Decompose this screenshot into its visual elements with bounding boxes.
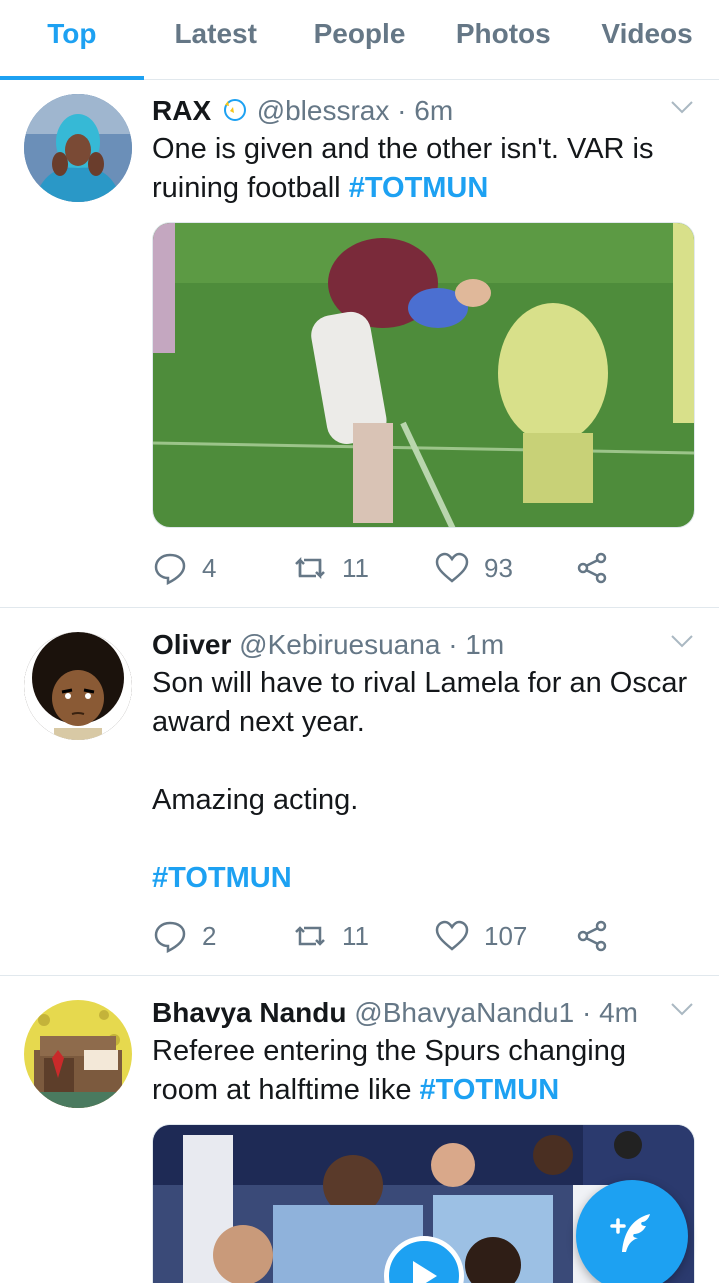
retweet-button[interactable]: 11	[292, 918, 434, 954]
search-tabs: Top Latest People Photos Videos	[0, 0, 719, 80]
hashtag-link[interactable]: #TOTMUN	[349, 172, 489, 204]
reply-icon	[154, 553, 186, 586]
tweet-body-line: Son will have to rival Lamela for an Osc…	[152, 667, 688, 738]
tweet-text: Referee entering the Spurs changing room…	[152, 1032, 695, 1110]
hashtag-link[interactable]: #TOTMUN	[152, 859, 695, 898]
reply-button[interactable]: 4	[152, 550, 292, 586]
retweet-count: 11	[342, 920, 369, 951]
share-button[interactable]	[574, 918, 624, 954]
tweet[interactable]: Oliver @Kebiruesuana · 1m Son will have …	[0, 608, 719, 976]
tab-top[interactable]: Top	[0, 0, 144, 80]
like-button[interactable]: 107	[434, 918, 574, 954]
retweet-icon	[295, 556, 325, 580]
chevron-down-icon[interactable]	[669, 628, 695, 654]
chevron-down-icon[interactable]	[669, 94, 695, 120]
display-name[interactable]: Bhavya Nandu	[152, 997, 347, 1028]
user-handle[interactable]: @BhavyaNandu1	[354, 997, 574, 1028]
reply-icon	[154, 921, 186, 954]
tweet-time: · 1m	[448, 629, 505, 660]
tab-latest[interactable]: Latest	[144, 0, 288, 79]
tweet-image[interactable]	[152, 222, 695, 528]
retweet-icon	[295, 926, 325, 946]
tweet-header: RAX @blessrax · 6m	[152, 94, 695, 128]
retweet-button[interactable]: 11	[292, 550, 434, 586]
compose-quill-icon	[610, 1214, 650, 1252]
avatar[interactable]	[24, 94, 132, 202]
user-handle[interactable]: @Kebiruesuana	[239, 629, 440, 660]
tweet-time: · 6m	[397, 95, 454, 126]
tweet[interactable]: RAX @blessrax · 6m One is given and the …	[0, 80, 719, 608]
tweet-header: Bhavya Nandu @BhavyaNandu1 · 4m	[152, 996, 695, 1030]
tweet-actions: 4 11 93	[152, 548, 624, 588]
avatar[interactable]	[24, 632, 132, 740]
chevron-down-icon[interactable]	[669, 996, 695, 1022]
like-count: 93	[484, 552, 513, 583]
display-name[interactable]: Oliver	[152, 629, 231, 660]
tweet-text: One is given and the other isn't. VAR is…	[152, 130, 695, 208]
compose-tweet-button[interactable]	[576, 1180, 688, 1283]
tab-people[interactable]: People	[288, 0, 432, 79]
tab-videos[interactable]: Videos	[575, 0, 719, 79]
hashtag-link[interactable]: #TOTMUN	[420, 1074, 560, 1106]
like-count: 107	[484, 920, 528, 951]
tab-photos[interactable]: Photos	[431, 0, 575, 79]
share-icon	[577, 552, 607, 584]
tweet-header: Oliver @Kebiruesuana · 1m	[152, 628, 695, 662]
heart-icon	[435, 920, 469, 951]
reply-count: 4	[202, 552, 217, 583]
avatar[interactable]	[24, 1000, 132, 1108]
tweet-time: · 4m	[581, 997, 638, 1028]
reply-count: 2	[202, 920, 217, 951]
share-icon	[577, 920, 607, 952]
heart-icon	[435, 552, 469, 583]
share-button[interactable]	[574, 550, 624, 586]
tweet-actions: 2 11 107	[152, 916, 624, 956]
display-name[interactable]: RAX	[152, 95, 211, 126]
tweet-text: Son will have to rival Lamela for an Osc…	[152, 664, 695, 898]
like-button[interactable]: 93	[434, 550, 574, 586]
user-handle[interactable]: @blessrax	[257, 95, 390, 126]
tweet-body-line: Amazing acting.	[152, 784, 359, 816]
verified-sparkle-icon	[219, 97, 249, 123]
retweet-count: 11	[342, 552, 369, 583]
reply-button[interactable]: 2	[152, 918, 292, 954]
